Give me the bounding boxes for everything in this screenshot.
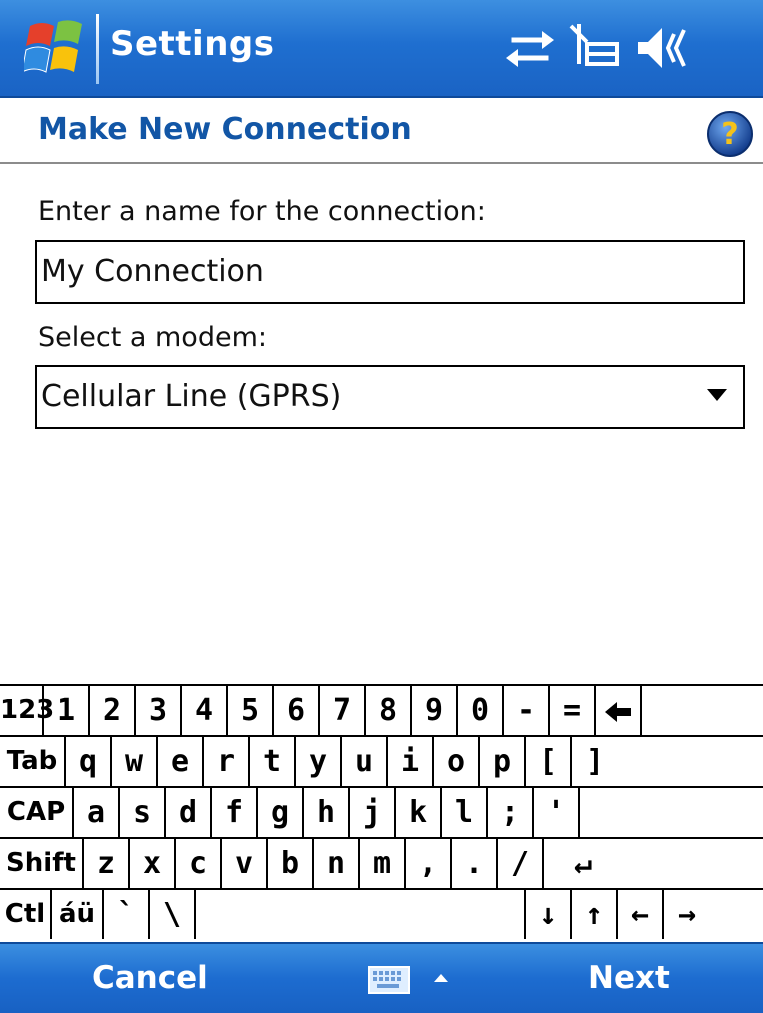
backspace-icon (605, 701, 631, 722)
modem-select[interactable]: Cellular Line (GPRS) (35, 365, 745, 429)
key-u[interactable]: u (342, 737, 388, 786)
key-z[interactable]: z (84, 839, 130, 888)
key-equals[interactable]: = (550, 686, 596, 735)
key-j[interactable]: j (350, 788, 396, 837)
key-shift[interactable]: Shift (0, 839, 84, 888)
connection-name-label: Enter a name for the connection: (38, 196, 486, 227)
page-title: Make New Connection (38, 112, 412, 147)
key-left-arrow[interactable]: ← (618, 890, 664, 939)
key-enter[interactable]: ↵ (544, 839, 622, 888)
key-c[interactable]: c (176, 839, 222, 888)
page-header: Make New Connection ? (0, 98, 763, 164)
keyboard-row-3: CAP a s d f g h j k l ; ' (0, 788, 763, 839)
key-caps[interactable]: CAP (0, 788, 74, 837)
key-intl[interactable]: áü (52, 890, 104, 939)
sync-arrows-icon[interactable] (500, 20, 560, 76)
next-button[interactable]: Next (588, 960, 670, 996)
key-h[interactable]: h (304, 788, 350, 837)
key-down-arrow[interactable]: ↓ (526, 890, 572, 939)
key-period[interactable]: . (452, 839, 498, 888)
key-r[interactable]: r (204, 737, 250, 786)
key-1[interactable]: 1 (44, 686, 90, 735)
key-k[interactable]: k (396, 788, 442, 837)
key-q[interactable]: q (66, 737, 112, 786)
windows-start-icon[interactable] (24, 20, 86, 78)
modem-select-value: Cellular Line (GPRS) (41, 379, 342, 414)
key-slash[interactable]: / (498, 839, 544, 888)
key-n[interactable]: n (314, 839, 360, 888)
key-right-arrow[interactable]: → (664, 890, 710, 939)
speaker-icon[interactable] (632, 20, 692, 76)
key-p[interactable]: p (480, 737, 526, 786)
key-7[interactable]: 7 (320, 686, 366, 735)
key-s[interactable]: s (120, 788, 166, 837)
key-o[interactable]: o (434, 737, 480, 786)
key-backtick[interactable]: ` (104, 890, 150, 939)
dropdown-arrow-icon[interactable] (707, 389, 727, 401)
svg-text:?: ? (721, 117, 738, 152)
app-title: Settings (110, 24, 275, 64)
key-minus[interactable]: - (504, 686, 550, 735)
key-5[interactable]: 5 (228, 686, 274, 735)
key-comma[interactable]: , (406, 839, 452, 888)
key-d[interactable]: d (166, 788, 212, 837)
key-open-bracket[interactable]: [ (526, 737, 572, 786)
connection-name-input[interactable]: My Connection (35, 240, 745, 304)
key-tab[interactable]: Tab (0, 737, 66, 786)
key-apostrophe[interactable]: ' (534, 788, 580, 837)
key-l[interactable]: l (442, 788, 488, 837)
key-x[interactable]: x (130, 839, 176, 888)
key-ctrl[interactable]: Ctl (0, 890, 52, 939)
key-space[interactable] (196, 890, 526, 939)
keyboard-row-2: Tab q w e r t y u i o p [ ] (0, 737, 763, 788)
key-b[interactable]: b (268, 839, 314, 888)
cancel-button[interactable]: Cancel (92, 960, 208, 996)
key-123[interactable]: 123 (0, 686, 54, 735)
key-t[interactable]: t (250, 737, 296, 786)
key-8[interactable]: 8 (366, 686, 412, 735)
key-semicolon[interactable]: ; (488, 788, 534, 837)
key-4[interactable]: 4 (182, 686, 228, 735)
menu-bar: Cancel Next (0, 942, 763, 1013)
key-i[interactable]: i (388, 737, 434, 786)
title-separator (96, 14, 99, 84)
input-panel-arrow-icon[interactable] (434, 974, 448, 982)
key-f[interactable]: f (212, 788, 258, 837)
key-up-arrow[interactable]: ↑ (572, 890, 618, 939)
key-y[interactable]: y (296, 737, 342, 786)
soft-keyboard: 123 1 2 3 4 5 6 7 8 9 0 - = Tab q w e r … (0, 684, 763, 942)
key-backspace[interactable] (596, 686, 642, 735)
antenna-off-icon[interactable] (565, 20, 625, 76)
key-6[interactable]: 6 (274, 686, 320, 735)
keyboard-row-4: Shift z x c v b n m , . / ↵ (0, 839, 763, 890)
keyboard-row-1: 123 1 2 3 4 5 6 7 8 9 0 - = (0, 686, 763, 737)
keyboard-row-5: Ctl áü ` \ ↓ ↑ ← → (0, 890, 763, 941)
key-2[interactable]: 2 (90, 686, 136, 735)
keyboard-icon[interactable] (368, 966, 410, 994)
key-close-bracket[interactable]: ] (572, 737, 618, 786)
key-m[interactable]: m (360, 839, 406, 888)
key-e[interactable]: e (158, 737, 204, 786)
key-9[interactable]: 9 (412, 686, 458, 735)
key-a[interactable]: a (74, 788, 120, 837)
help-icon[interactable]: ? (706, 110, 754, 158)
key-backslash[interactable]: \ (150, 890, 196, 939)
key-w[interactable]: w (112, 737, 158, 786)
modem-label: Select a modem: (38, 322, 267, 353)
key-v[interactable]: v (222, 839, 268, 888)
key-0[interactable]: 0 (458, 686, 504, 735)
title-bar: Settings (0, 0, 763, 98)
key-g[interactable]: g (258, 788, 304, 837)
key-3[interactable]: 3 (136, 686, 182, 735)
